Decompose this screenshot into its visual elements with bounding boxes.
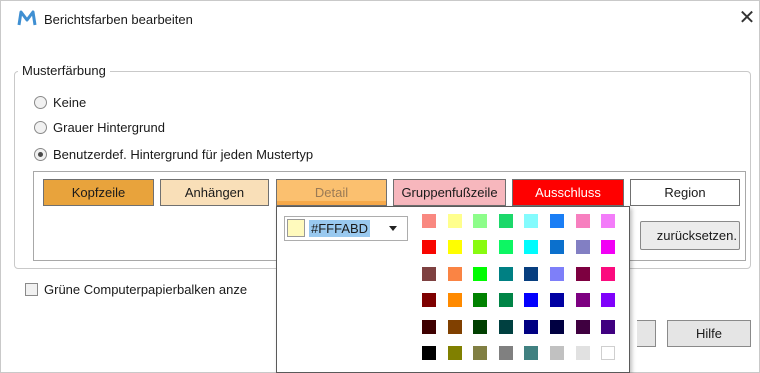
color-swatch[interactable] — [473, 346, 487, 360]
color-swatch[interactable] — [448, 214, 462, 228]
reset-button[interactable]: zurücksetzen. — [640, 221, 740, 250]
color-swatch[interactable] — [422, 346, 436, 360]
color-swatch[interactable] — [422, 240, 436, 254]
app-logo-icon — [17, 10, 37, 26]
window-title: Berichtsfarben bearbeiten — [44, 12, 193, 27]
color-swatch[interactable] — [499, 267, 513, 281]
close-icon[interactable]: ✕ — [736, 6, 758, 30]
color-swatch[interactable] — [576, 346, 590, 360]
radio-button[interactable] — [34, 95, 47, 109]
color-swatch[interactable] — [499, 293, 513, 307]
type-button-header[interactable]: Kopfzeile — [43, 179, 154, 206]
color-swatch[interactable] — [524, 293, 538, 307]
color-swatch[interactable] — [550, 293, 564, 307]
color-swatch[interactable] — [576, 293, 590, 307]
color-swatch[interactable] — [473, 267, 487, 281]
color-swatch[interactable] — [499, 346, 513, 360]
color-swatch[interactable] — [499, 240, 513, 254]
radio-label: Benutzerdef. Hintergrund für jeden Muste… — [53, 146, 314, 162]
radio-button-selected[interactable] — [34, 147, 47, 161]
color-swatch[interactable] — [448, 240, 462, 254]
color-swatch[interactable] — [422, 214, 436, 228]
partially-hidden-button[interactable] — [637, 320, 656, 347]
color-swatch[interactable] — [601, 214, 615, 228]
color-swatch[interactable] — [524, 214, 538, 228]
radio-option-custom-background[interactable]: Benutzerdef. Hintergrund für jeden Muste… — [34, 145, 313, 163]
color-swatch[interactable] — [422, 267, 436, 281]
color-swatch[interactable] — [473, 293, 487, 307]
color-swatch[interactable] — [550, 320, 564, 334]
color-swatch[interactable] — [601, 346, 615, 360]
color-swatch[interactable] — [473, 214, 487, 228]
color-swatch[interactable] — [448, 293, 462, 307]
color-swatch[interactable] — [601, 240, 615, 254]
color-swatch[interactable] — [576, 240, 590, 254]
color-swatch[interactable] — [422, 320, 436, 334]
green-paper-bars-option[interactable]: Grüne Computerpapierbalken anze — [25, 280, 247, 298]
radio-label: Keine — [53, 94, 87, 110]
color-swatch[interactable] — [524, 346, 538, 360]
type-button-exclusion[interactable]: Ausschluss — [512, 179, 624, 206]
color-swatch[interactable] — [576, 267, 590, 281]
color-swatch[interactable] — [499, 320, 513, 334]
type-button-group-footer[interactable]: Gruppenfußzeile — [393, 179, 506, 206]
color-swatch[interactable] — [448, 346, 462, 360]
color-swatch[interactable] — [550, 346, 564, 360]
radio-option-gray-background[interactable]: Grauer Hintergrund — [34, 118, 165, 136]
type-button-region[interactable]: Region — [630, 179, 740, 206]
color-swatch[interactable] — [550, 267, 564, 281]
color-swatch[interactable] — [601, 267, 615, 281]
radio-option-none[interactable]: Keine — [34, 93, 86, 111]
color-swatch[interactable] — [448, 267, 462, 281]
green-bars-checkbox[interactable] — [25, 282, 38, 296]
radio-label: Grauer Hintergrund — [53, 119, 165, 135]
color-swatch[interactable] — [576, 320, 590, 334]
color-swatch[interactable] — [499, 214, 513, 228]
title-bar: Berichtsfarben bearbeiten ✕ — [0, 0, 760, 38]
color-swatch[interactable] — [550, 240, 564, 254]
color-swatch[interactable] — [576, 214, 590, 228]
color-swatch[interactable] — [524, 267, 538, 281]
green-bars-label: Grüne Computerpapierbalken anze — [44, 281, 248, 297]
current-color-swatch — [287, 219, 305, 237]
type-button-append[interactable]: Anhängen — [160, 179, 269, 206]
color-swatch[interactable] — [422, 293, 436, 307]
color-swatch[interactable] — [473, 320, 487, 334]
help-button[interactable]: Hilfe — [667, 320, 751, 347]
group-legend: Musterfärbung — [18, 63, 110, 78]
chevron-down-icon[interactable] — [389, 226, 397, 231]
color-swatch[interactable] — [601, 320, 615, 334]
color-swatch[interactable] — [473, 240, 487, 254]
color-swatch[interactable] — [448, 320, 462, 334]
radio-button[interactable] — [34, 120, 47, 134]
color-swatch[interactable] — [524, 320, 538, 334]
hex-value-text[interactable]: #FFFABD — [309, 220, 371, 237]
type-button-detail[interactable]: Detail — [276, 179, 387, 206]
color-swatch[interactable] — [550, 214, 564, 228]
color-swatch[interactable] — [524, 240, 538, 254]
color-swatch[interactable] — [601, 293, 615, 307]
